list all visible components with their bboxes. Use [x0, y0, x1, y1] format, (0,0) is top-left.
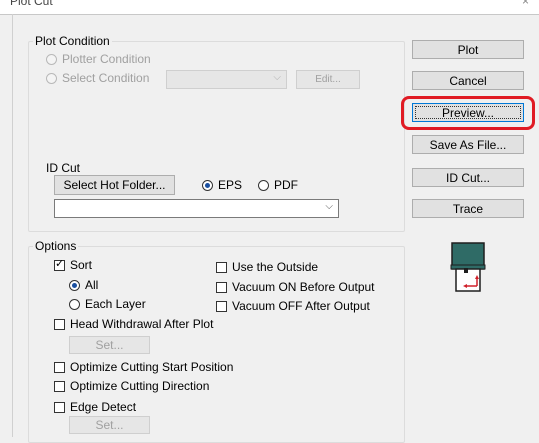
checkbox-icon	[54, 361, 65, 373]
chevron-down-icon: ⌵	[273, 72, 281, 83]
select-condition-label: Select Condition	[62, 71, 150, 85]
head-withdrawal-label: Head Withdrawal After Plot	[70, 317, 214, 331]
each-layer-radio[interactable]: Each Layer	[69, 297, 146, 311]
edit-button-label: Edit...	[315, 74, 341, 85]
options-legend: Options	[33, 239, 79, 253]
use-outside-checkbox[interactable]: Use the Outside	[216, 260, 318, 274]
save-as-file-label: Save As File...	[429, 137, 507, 152]
plot-condition-legend: Plot Condition	[33, 34, 112, 48]
plot-label: Plot	[457, 42, 479, 57]
radio-selected-icon	[202, 179, 213, 191]
checkbox-icon	[216, 281, 227, 293]
select-condition-radio[interactable]: Select Condition	[46, 71, 149, 85]
checkbox-icon	[54, 401, 65, 413]
optimize-direction-label: Optimize Cutting Direction	[70, 379, 210, 393]
checkbox-checked-icon	[54, 258, 65, 271]
plotter-condition-label: Plotter Condition	[62, 52, 151, 66]
trace-button[interactable]: Trace	[412, 199, 524, 218]
save-as-file-button[interactable]: Save As File...	[412, 135, 524, 154]
radio-dot-icon	[46, 72, 57, 84]
title-bar: Plot Cut ×	[0, 0, 539, 15]
each-layer-label: Each Layer	[85, 297, 146, 311]
sort-label: Sort	[70, 258, 93, 272]
edge-detect-label: Edge Detect	[70, 400, 137, 414]
pdf-label: PDF	[274, 178, 298, 192]
window-title: Plot Cut	[10, 0, 53, 8]
chevron-down-icon: ⌵	[325, 201, 333, 212]
set-label: Set...	[95, 338, 124, 352]
vacuum-on-checkbox[interactable]: Vacuum ON Before Output	[216, 280, 375, 294]
plot-button[interactable]: Plot	[412, 40, 524, 59]
id-cut-button-label: ID Cut...	[445, 170, 490, 185]
id-cut-label: ID Cut	[46, 161, 81, 175]
id-cut-button[interactable]: ID Cut...	[412, 168, 524, 187]
hot-folder-select[interactable]: ⌵	[54, 199, 339, 218]
checkbox-icon	[54, 318, 65, 330]
pdf-radio[interactable]: PDF	[258, 178, 298, 192]
plotter-preview-icon	[450, 241, 486, 293]
condition-select[interactable]: ⌵	[166, 70, 287, 89]
checkbox-icon	[216, 261, 227, 273]
plotter-condition-radio[interactable]: Plotter Condition	[46, 52, 151, 66]
select-hot-folder-label: Select Hot Folder...	[63, 178, 166, 192]
head-withdrawal-checkbox[interactable]: Head Withdrawal After Plot	[54, 317, 213, 331]
edge-detect-set-button[interactable]: Set...	[69, 416, 150, 434]
select-hot-folder-button[interactable]: Select Hot Folder...	[54, 175, 175, 195]
all-label: All	[85, 278, 99, 292]
edit-button[interactable]: Edit...	[296, 70, 360, 89]
optimize-direction-checkbox[interactable]: Optimize Cutting Direction	[54, 379, 209, 393]
radio-dot-icon	[69, 298, 80, 310]
cancel-label: Cancel	[449, 73, 487, 88]
optimize-start-label: Optimize Cutting Start Position	[70, 360, 234, 374]
use-outside-label: Use the Outside	[232, 260, 319, 274]
head-withdrawal-set-button[interactable]: Set...	[69, 336, 150, 354]
sort-checkbox[interactable]: Sort	[54, 258, 92, 272]
preview-label: Preview...	[441, 105, 495, 120]
radio-selected-icon	[69, 279, 80, 291]
optimize-start-checkbox[interactable]: Optimize Cutting Start Position	[54, 360, 233, 374]
radio-dot-icon	[46, 53, 57, 65]
radio-dot-icon	[258, 179, 269, 191]
cancel-button[interactable]: Cancel	[412, 71, 524, 90]
eps-radio[interactable]: EPS	[202, 178, 242, 192]
checkbox-icon	[54, 380, 65, 392]
checkbox-icon	[216, 300, 227, 312]
set-label: Set...	[95, 418, 124, 432]
trace-label: Trace	[452, 201, 484, 216]
vacuum-off-checkbox[interactable]: Vacuum OFF After Output	[216, 299, 370, 313]
vacuum-off-label: Vacuum OFF After Output	[232, 299, 370, 313]
edge-detect-checkbox[interactable]: Edge Detect	[54, 400, 136, 414]
window-edge	[12, 14, 13, 437]
all-radio[interactable]: All	[69, 278, 98, 292]
close-icon[interactable]: ×	[522, 0, 529, 8]
eps-label: EPS	[218, 178, 243, 192]
vacuum-on-label: Vacuum ON Before Output	[232, 280, 375, 294]
preview-button[interactable]: Preview...	[412, 103, 524, 122]
